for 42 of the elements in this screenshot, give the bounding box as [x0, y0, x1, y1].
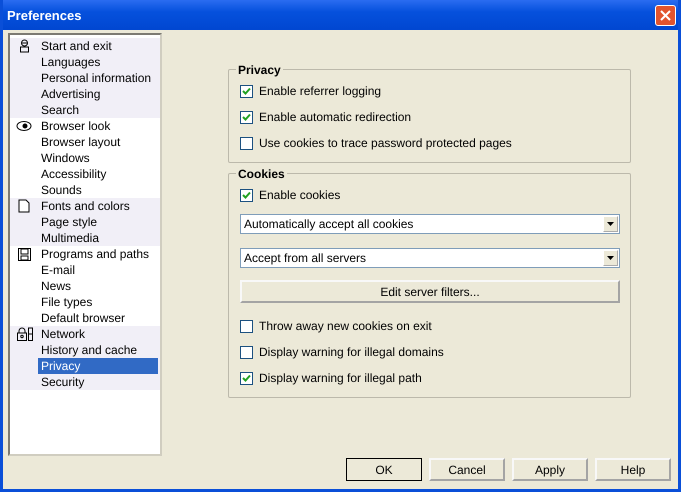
sidebar-item[interactable]: Sounds [38, 182, 158, 198]
checkbox-label[interactable]: Throw away new cookies on exit [259, 319, 432, 333]
sidebar-item[interactable]: Windows [38, 150, 158, 166]
group-title: Privacy [236, 63, 283, 77]
checkbox-label[interactable]: Enable referrer logging [259, 84, 382, 98]
sidebar-item[interactable]: Browser layout [38, 134, 158, 150]
checkbox[interactable] [240, 84, 253, 98]
checkbox-label[interactable]: Use cookies to trace password protected pages [259, 136, 512, 150]
close-button[interactable] [655, 4, 676, 26]
dialog-button[interactable]: Help [595, 458, 671, 481]
lock-icon [16, 327, 32, 341]
dialog-button[interactable]: Cancel [429, 458, 505, 481]
checkbox[interactable] [240, 346, 253, 358]
sidebar-item[interactable]: Default browser [38, 310, 158, 326]
dropdown-arrow-icon [607, 222, 614, 226]
dropdown-arrow-icon [607, 256, 614, 260]
checkbox[interactable] [240, 188, 253, 202]
sidebar-item[interactable]: Accessibility [38, 166, 158, 182]
sidebar-item[interactable]: Browser look [38, 118, 158, 134]
sidebar-item[interactable]: Privacy [38, 358, 158, 374]
person-icon [18, 39, 30, 53]
checkbox-label[interactable]: Display warning for illegal domains [259, 345, 444, 359]
window-title: Preferences [7, 8, 82, 22]
group-title: Cookies [236, 167, 287, 181]
dropdown[interactable]: Accept from all servers [240, 248, 620, 268]
checkbox[interactable] [240, 110, 253, 124]
sidebar-item[interactable]: Programs and paths [38, 246, 158, 262]
dialog-button[interactable]: Apply [512, 458, 588, 481]
sidebar-item[interactable]: E-mail [38, 262, 158, 278]
checkbox-label[interactable]: Enable cookies [259, 188, 340, 202]
sidebar-item[interactable]: News [38, 278, 158, 294]
edit-filters-button[interactable]: Edit server filters... [240, 280, 620, 303]
checkbox[interactable] [240, 372, 253, 384]
checkbox[interactable] [240, 136, 253, 150]
sidebar-item[interactable]: File types [38, 294, 158, 310]
dropdown[interactable]: Automatically accept all cookies [240, 214, 620, 234]
checkbox-label[interactable]: Enable automatic redirection [259, 110, 412, 124]
close-icon [660, 10, 671, 20]
checkbox[interactable] [240, 320, 253, 332]
checkbox-label[interactable]: Display warning for illegal path [259, 371, 422, 385]
eye-icon [16, 120, 32, 132]
dialog-button[interactable]: OK [346, 458, 422, 481]
